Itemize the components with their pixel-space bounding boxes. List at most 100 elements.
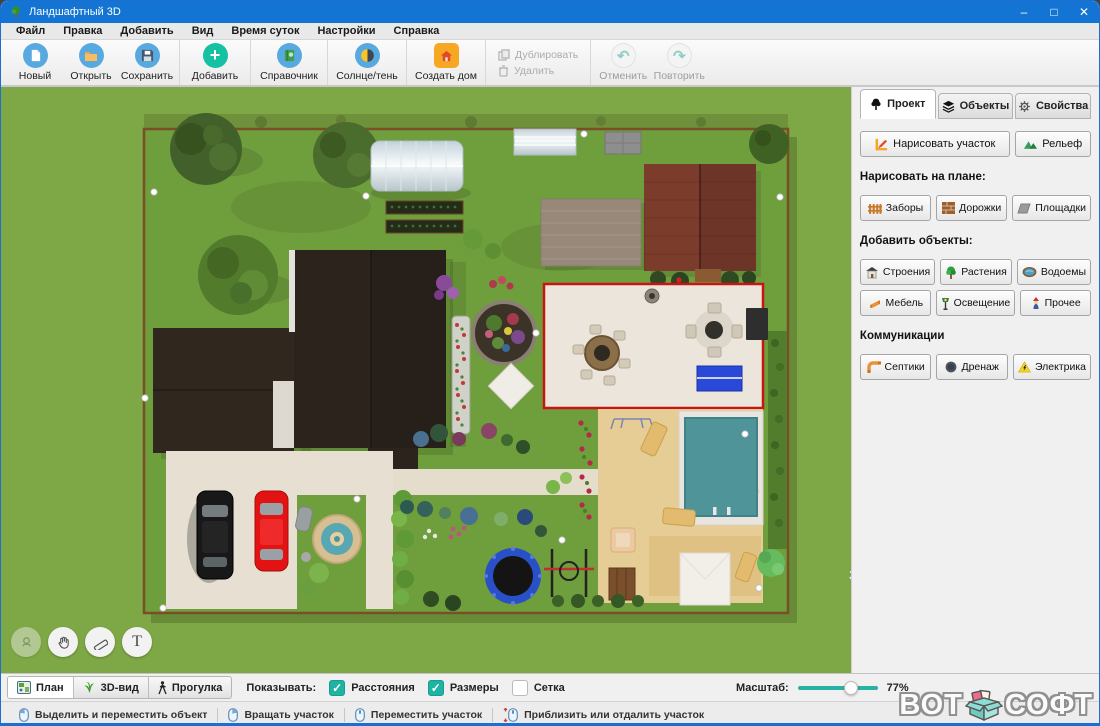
- brick-path-icon: [942, 202, 955, 214]
- draw-plot-icon: [874, 137, 889, 152]
- trash-icon: [498, 65, 509, 77]
- tile-icon: [1017, 203, 1031, 214]
- duplicate-button[interactable]: Дублировать: [498, 49, 578, 61]
- areas-button[interactable]: Площадки: [1012, 195, 1091, 221]
- sizes-checkbox-wrap[interactable]: ✓ Размеры: [428, 680, 499, 696]
- mouse-left-icon: [19, 708, 29, 722]
- create-house-button[interactable]: Создать дом: [411, 40, 481, 85]
- hint-zoom: Приблизить или отдалить участок: [493, 708, 714, 722]
- septic-button[interactable]: Септики: [860, 354, 932, 380]
- drainage-button[interactable]: Дренаж: [936, 354, 1008, 380]
- barn[interactable]: [644, 164, 761, 290]
- fences-button[interactable]: Заборы: [860, 195, 931, 221]
- flower-strip[interactable]: [452, 316, 470, 434]
- undo-button[interactable]: ↶ Отменить: [595, 40, 651, 85]
- canvas-tools: T: [11, 627, 152, 657]
- close-button[interactable]: ✕: [1069, 1, 1099, 23]
- right-hedge[interactable]: [768, 331, 787, 549]
- new-button[interactable]: Новый: [7, 40, 63, 85]
- gnome-icon: [1031, 297, 1041, 310]
- pool[interactable]: [679, 411, 763, 525]
- pipe-icon: [867, 361, 881, 373]
- sand-area[interactable]: [578, 409, 763, 605]
- pan-tool-button[interactable]: [48, 627, 78, 657]
- other-button[interactable]: Прочее: [1020, 290, 1091, 316]
- tab-objects[interactable]: Объекты: [938, 93, 1014, 119]
- draw-plot-button[interactable]: Нарисовать участок: [860, 131, 1010, 157]
- sun-shadow-button[interactable]: Солнце/тень: [332, 40, 402, 85]
- tab-project[interactable]: Проект: [860, 89, 936, 119]
- distances-checkbox[interactable]: ✓: [329, 680, 345, 696]
- menu-daytime[interactable]: Время суток: [222, 25, 308, 37]
- distances-checkbox-wrap[interactable]: ✓ Расстояния: [329, 680, 415, 696]
- grid-checkbox[interactable]: [512, 680, 528, 696]
- toolbar-file-group: Новый Открыть Сохранить: [3, 40, 180, 85]
- menu-bar: Файл Правка Добавить Вид Время суток Нас…: [1, 23, 1099, 40]
- flower-bed-circle[interactable]: [473, 302, 535, 364]
- menu-edit[interactable]: Правка: [54, 25, 111, 37]
- menu-settings[interactable]: Настройки: [308, 25, 384, 37]
- scale-slider[interactable]: [798, 686, 878, 690]
- greenhouse[interactable]: [371, 141, 471, 202]
- scale-slider-thumb[interactable]: [844, 681, 858, 695]
- measure-tool-button[interactable]: [85, 627, 115, 657]
- white-canopy[interactable]: [680, 553, 730, 605]
- add-button[interactable]: + Добавить: [184, 40, 246, 85]
- relief-mountain-icon: [1023, 138, 1038, 150]
- tree-icon: [870, 98, 882, 111]
- open-folder-icon: [79, 43, 104, 68]
- manhole-icon: [945, 361, 957, 373]
- furniture-button[interactable]: Мебель: [860, 290, 931, 316]
- menu-view[interactable]: Вид: [183, 25, 223, 37]
- ponds-button[interactable]: Водоемы: [1017, 259, 1091, 285]
- menu-add[interactable]: Добавить: [111, 25, 182, 37]
- gear-icon: [1018, 100, 1031, 113]
- redo-button[interactable]: ↷ Повторить: [651, 40, 707, 85]
- select-tool-button[interactable]: [11, 627, 41, 657]
- view-plan-button[interactable]: План: [8, 677, 74, 698]
- fence-icon: [868, 202, 882, 214]
- grid-checkbox-wrap[interactable]: Сетка: [512, 680, 565, 696]
- plant-tree-icon: [945, 266, 957, 279]
- maximize-button[interactable]: □: [1039, 1, 1069, 23]
- grill[interactable]: [746, 308, 768, 340]
- view-3d-button[interactable]: 3D-вид: [74, 677, 149, 698]
- paths-button[interactable]: Дорожки: [936, 195, 1007, 221]
- plants-button[interactable]: Растения: [940, 259, 1012, 285]
- patio-selected[interactable]: [544, 284, 768, 408]
- relief-button[interactable]: Рельеф: [1015, 131, 1091, 157]
- fountain[interactable]: [313, 515, 361, 563]
- menu-help[interactable]: Справка: [385, 25, 449, 37]
- sizes-checkbox[interactable]: ✓: [428, 680, 444, 696]
- section-communications: Коммуникации: [860, 330, 1091, 342]
- pond-icon: [1022, 266, 1037, 278]
- reference-button[interactable]: Справочник: [255, 40, 323, 85]
- delete-button[interactable]: Удалить: [498, 65, 578, 77]
- open-button[interactable]: Открыть: [63, 40, 119, 85]
- car-red[interactable]: [255, 491, 288, 571]
- trampoline[interactable]: [484, 547, 542, 605]
- greenhouse-small[interactable]: [514, 129, 576, 155]
- text-tool-button[interactable]: T: [122, 627, 152, 657]
- minimize-button[interactable]: –: [1009, 1, 1039, 23]
- duplicate-icon: [498, 49, 510, 61]
- save-floppy-icon: [135, 43, 160, 68]
- grass-3d-icon: [83, 681, 96, 694]
- title-bar: Ландшафтный 3D – □ ✕: [1, 1, 1099, 23]
- paved-tile[interactable]: [605, 132, 641, 154]
- furniture-icon: [868, 298, 882, 309]
- section-add-objects: Добавить объекты:: [860, 235, 1091, 247]
- save-button[interactable]: Сохранить: [119, 40, 175, 85]
- tab-properties[interactable]: Свойства: [1015, 93, 1091, 119]
- view-walk-button[interactable]: Прогулка: [149, 677, 232, 698]
- show-label: Показывать:: [246, 682, 316, 694]
- menu-file[interactable]: Файл: [7, 25, 54, 37]
- buildings-button[interactable]: Строения: [860, 259, 935, 285]
- electric-button[interactable]: Электрика: [1013, 354, 1091, 380]
- wooden-box[interactable]: [609, 568, 635, 600]
- garden-plan-canvas[interactable]: T З: [1, 87, 851, 673]
- shed[interactable]: [541, 199, 645, 270]
- tree[interactable]: [749, 124, 789, 164]
- ruler-icon: [93, 635, 108, 650]
- lighting-button[interactable]: Освещение: [936, 290, 1016, 316]
